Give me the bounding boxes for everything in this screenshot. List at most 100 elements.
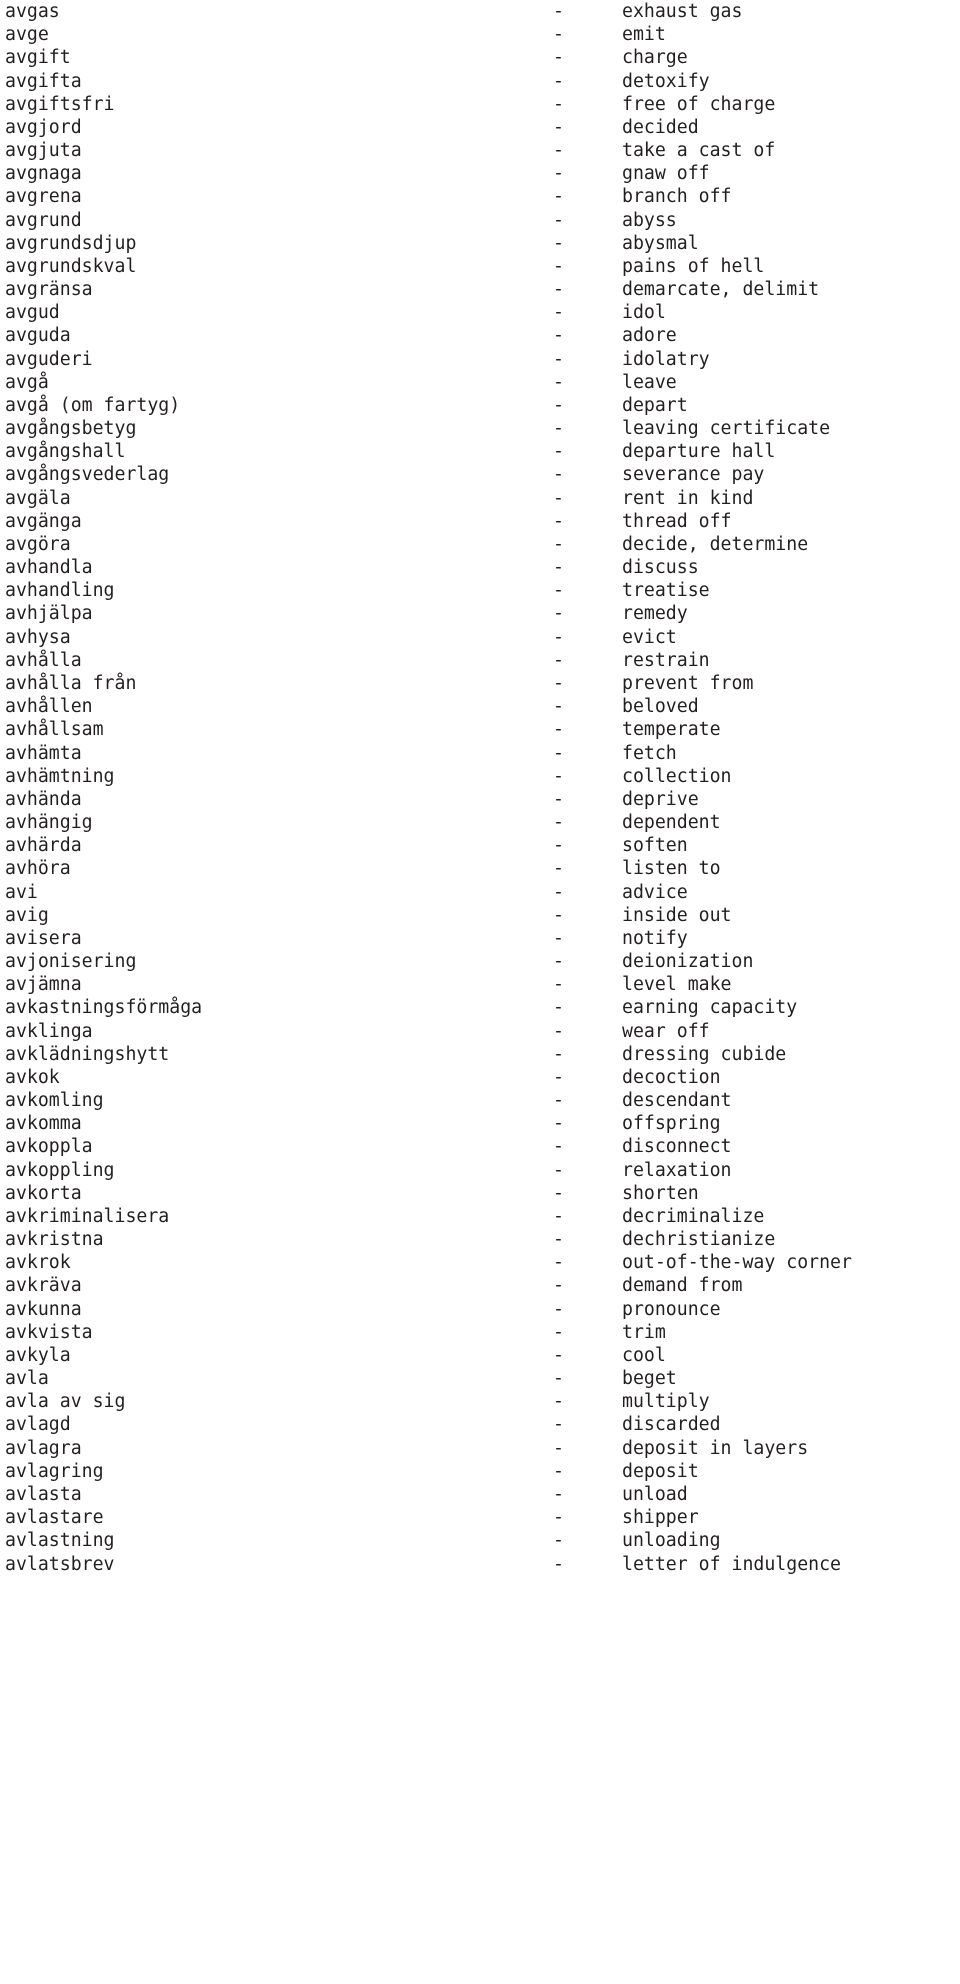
entry-separator-dash: - (553, 927, 564, 949)
entry-gloss: cool (622, 1344, 666, 1366)
entry-gloss: decriminalize (622, 1205, 765, 1227)
entry-separator-dash: - (553, 93, 564, 115)
glossary-entry: avkoppling - relaxation (0, 1159, 960, 1182)
entry-term: avkrok (5, 1252, 71, 1274)
glossary-entry: avgjuta - take a cast of (0, 139, 960, 162)
glossary-entry: avhämtning - collection (0, 765, 960, 788)
entry-separator-dash: - (553, 626, 564, 648)
glossary-entry: avkriminalisera - decriminalize (0, 1205, 960, 1228)
entry-separator-dash: - (553, 441, 564, 463)
entry-gloss: detoxify (622, 70, 710, 92)
glossary-entry: avklädningshytt - dressing cubide (0, 1043, 960, 1066)
entry-term: avhämtning (5, 765, 115, 787)
entry-term: avla (5, 1368, 49, 1390)
glossary-entry: avgrundsdjup - abysmal (0, 232, 960, 255)
entry-separator-dash: - (553, 232, 564, 254)
entry-term: avgöra (5, 533, 71, 555)
entry-gloss: relaxation (622, 1159, 732, 1181)
glossary-entry: avguda - adore (0, 324, 960, 347)
entry-separator-dash: - (553, 1344, 564, 1366)
glossary-entry: avisera - notify (0, 927, 960, 950)
entry-term: avlagra (5, 1437, 82, 1459)
entry-separator-dash: - (553, 1368, 564, 1390)
entry-gloss: demand from (622, 1275, 743, 1297)
glossary-entry: avgäla - rent in kind (0, 487, 960, 510)
glossary-entry: avgränsa - demarcate, delimit (0, 278, 960, 301)
glossary-entry: avgrund - abyss (0, 209, 960, 232)
entry-gloss: depart (622, 394, 688, 416)
entry-gloss: restrain (622, 649, 710, 671)
entry-term: avklädningshytt (5, 1043, 170, 1065)
entry-gloss: dressing cubide (622, 1043, 787, 1065)
entry-gloss: idolatry (622, 348, 710, 370)
glossary-entry: avjämna - level make (0, 973, 960, 996)
entry-term: avhysa (5, 626, 71, 648)
entry-term: avgiftsfri (5, 93, 115, 115)
entry-separator-dash: - (553, 1113, 564, 1135)
glossary-entry: avgångsbetyg - leaving certificate (0, 417, 960, 440)
entry-term: avgrundskval (5, 255, 137, 277)
entry-gloss: shorten (622, 1182, 699, 1204)
glossary-entry: avkorta - shorten (0, 1182, 960, 1205)
entry-term: avgrundsdjup (5, 232, 137, 254)
entry-gloss: exhaust gas (622, 1, 743, 22)
glossary-entry: avkomling - descendant (0, 1089, 960, 1112)
entry-term: avgränsa (5, 279, 93, 301)
entry-gloss: gnaw off (622, 163, 710, 185)
entry-term: avhängig (5, 812, 93, 834)
glossary-entry: avlastare - shipper (0, 1506, 960, 1529)
entry-gloss: out-of-the-way corner (622, 1252, 852, 1274)
entry-separator-dash: - (553, 510, 564, 532)
entry-gloss: decided (622, 116, 699, 138)
entry-term: avlastning (5, 1530, 115, 1552)
entry-gloss: collection (622, 765, 732, 787)
glossary-entry: avhålla - restrain (0, 649, 960, 672)
glossary-entry: avlasta - unload (0, 1483, 960, 1506)
entry-separator-dash: - (553, 1229, 564, 1251)
glossary-entry: avhållen - beloved (0, 695, 960, 718)
glossary-entry: avla - beget (0, 1367, 960, 1390)
glossary-entry: avkristna - dechristianize (0, 1228, 960, 1251)
glossary-entry: avgå (om fartyg) - depart (0, 394, 960, 417)
entry-gloss: level make (622, 974, 732, 996)
entry-term: avgrund (5, 209, 82, 231)
glossary-entry: avkastningsförmåga - earning capacity (0, 996, 960, 1019)
entry-separator-dash: - (553, 1252, 564, 1274)
entry-gloss: rent in kind (622, 487, 754, 509)
entry-gloss: descendant (622, 1090, 732, 1112)
entry-separator-dash: - (553, 533, 564, 555)
entry-separator-dash: - (553, 835, 564, 857)
entry-gloss: shipper (622, 1507, 699, 1529)
entry-gloss: decoction (622, 1066, 721, 1088)
entry-gloss: leaving certificate (622, 418, 831, 440)
glossary-entry: avhjälpa - remedy (0, 602, 960, 625)
glossary-entry: avgrundskval - pains of hell (0, 255, 960, 278)
glossary-entry: avhålla från - prevent from (0, 672, 960, 695)
glossary-entry: avgå - leave (0, 371, 960, 394)
entry-gloss: offspring (622, 1113, 721, 1135)
glossary-entry: avgångshall - departure hall (0, 440, 960, 463)
entry-gloss: multiply (622, 1391, 710, 1413)
entry-gloss: thread off (622, 510, 732, 532)
entry-gloss: discarded (622, 1414, 721, 1436)
entry-term: avhöra (5, 858, 71, 880)
entry-term: avlatsbrev (5, 1553, 115, 1575)
glossary-entry: avhända - deprive (0, 788, 960, 811)
glossary-entry: avlagra - deposit in layers (0, 1437, 960, 1460)
entry-separator-dash: - (553, 1484, 564, 1505)
entry-term: avkriminalisera (5, 1205, 170, 1227)
entry-separator-dash: - (553, 1275, 564, 1297)
entry-separator-dash: - (553, 904, 564, 926)
glossary-entry: avgöra - decide, determine (0, 533, 960, 556)
entry-gloss: leave (622, 371, 677, 393)
entry-separator-dash: - (553, 812, 564, 834)
glossary-entry: avklinga - wear off (0, 1020, 960, 1043)
entry-separator-dash: - (553, 325, 564, 347)
glossary-entry: avgnaga - gnaw off (0, 162, 960, 185)
entry-separator-dash: - (553, 997, 564, 1019)
entry-term: avkorta (5, 1182, 82, 1204)
entry-term: avgångsvederlag (5, 464, 170, 486)
entry-term: avjonisering (5, 951, 137, 973)
entry-term: avguda (5, 325, 71, 347)
entry-term: avhandla (5, 557, 93, 579)
